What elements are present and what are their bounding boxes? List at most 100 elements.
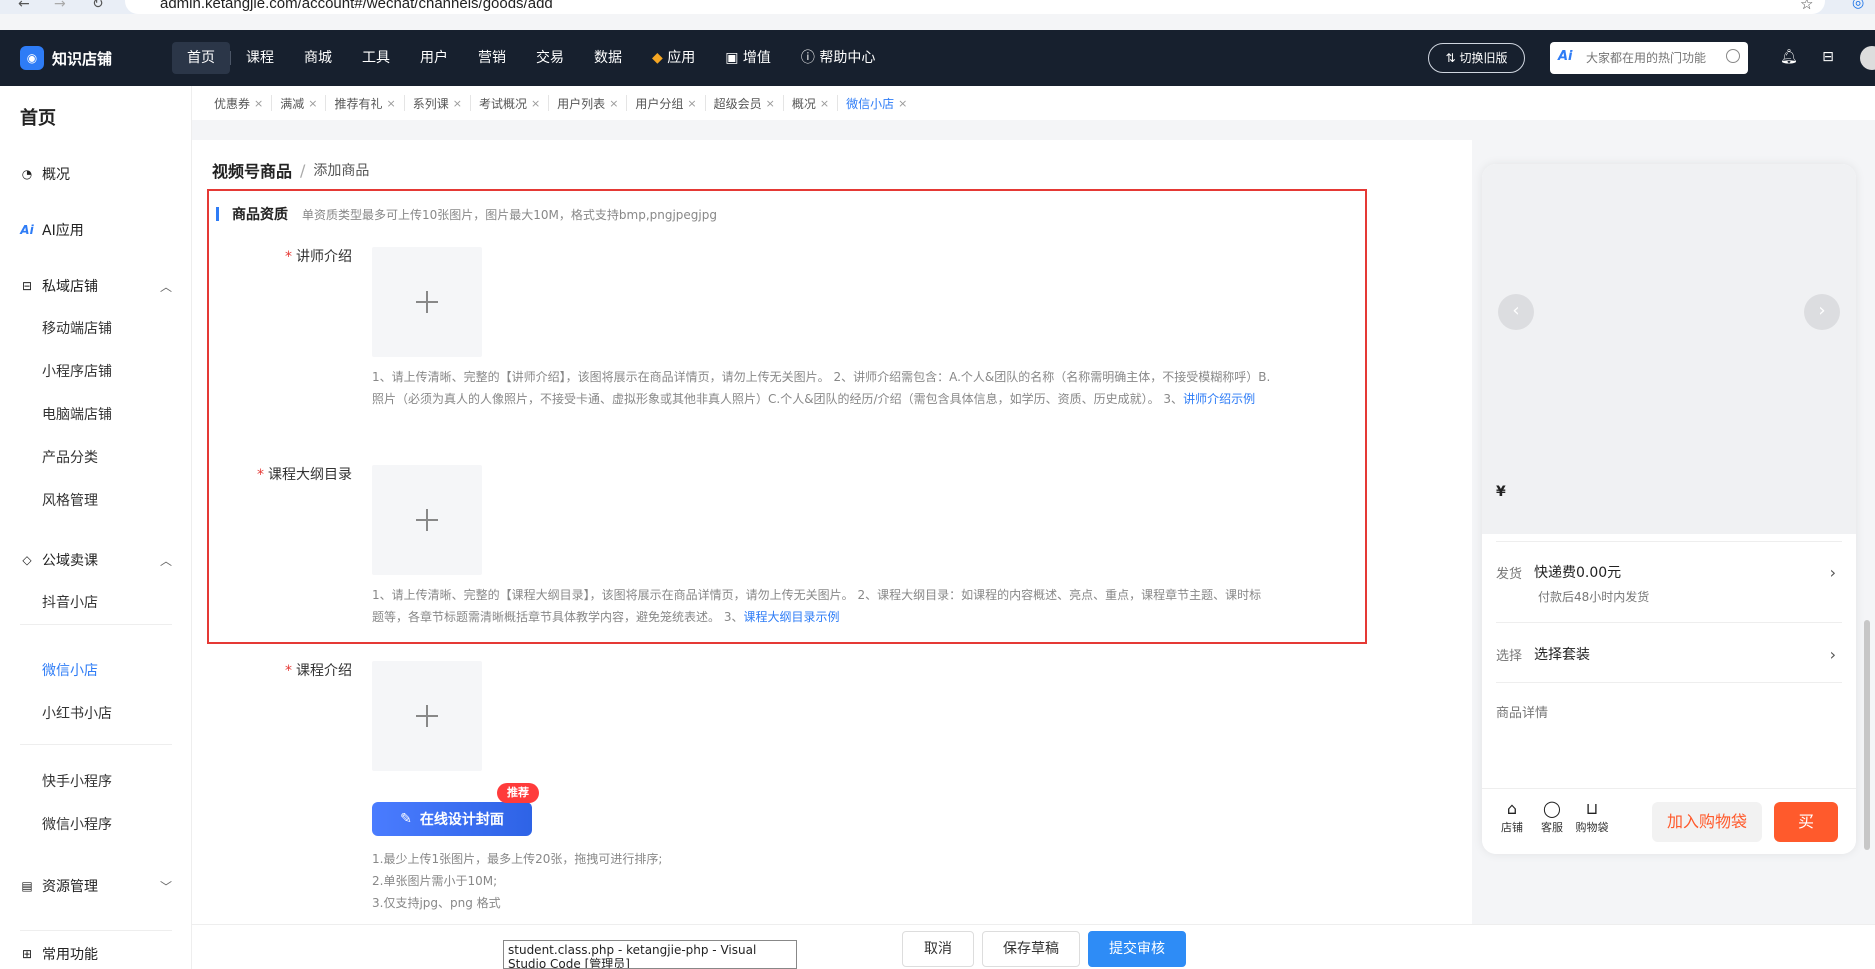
chevron-right-icon[interactable]: › bbox=[1804, 294, 1840, 330]
nav-course[interactable]: 课程 bbox=[231, 42, 289, 74]
close-icon[interactable]: × bbox=[531, 97, 540, 110]
sidebar-divider bbox=[20, 930, 172, 931]
course-outline-example-link[interactable]: 课程大纲目录示例 bbox=[743, 610, 839, 624]
close-icon[interactable]: × bbox=[453, 97, 462, 110]
reload-icon[interactable]: ↻ bbox=[92, 0, 104, 12]
cancel-button[interactable]: 取消 bbox=[902, 931, 974, 967]
teacher-intro-upload[interactable] bbox=[372, 247, 482, 357]
preview-divider bbox=[1496, 541, 1842, 542]
avatar[interactable] bbox=[1860, 46, 1875, 70]
chevron-up-icon[interactable]: ︿ bbox=[160, 552, 172, 569]
feature-search[interactable]: Ai bbox=[1550, 42, 1748, 74]
submit-review-button[interactable]: 提交审核 bbox=[1088, 931, 1186, 967]
nav-trade[interactable]: 交易 bbox=[521, 42, 579, 74]
tab-coupon[interactable]: 优惠券 × bbox=[206, 95, 273, 111]
tab-exam-overview[interactable]: 考试概况 × bbox=[471, 95, 550, 111]
course-intro-upload[interactable] bbox=[372, 661, 482, 771]
close-icon[interactable]: × bbox=[254, 97, 263, 110]
sidebar-item-wechat-store[interactable]: 微信小店 bbox=[42, 660, 98, 680]
taskbar-tooltip: student.class.php - ketangjie-php - Visu… bbox=[503, 940, 797, 969]
forward-icon[interactable]: → bbox=[54, 0, 66, 12]
buy-button[interactable]: 买 bbox=[1774, 802, 1838, 842]
page-scrollbar[interactable] bbox=[1864, 620, 1870, 850]
close-icon[interactable]: × bbox=[609, 97, 618, 110]
tab-user-group[interactable]: 用户分组 × bbox=[627, 95, 706, 111]
ai-icon: Ai bbox=[20, 223, 34, 237]
course-outline-upload[interactable] bbox=[372, 465, 482, 575]
tab-user-list[interactable]: 用户列表 × bbox=[549, 95, 628, 111]
url-text[interactable]: admin.ketangjie.com/account#/wechat/chan… bbox=[160, 0, 553, 12]
sidebar-group-common[interactable]: ⊞ 常用功能 bbox=[20, 944, 98, 964]
sidebar-item-product-category[interactable]: 产品分类 bbox=[42, 447, 98, 467]
tab-series[interactable]: 系列课 × bbox=[405, 95, 471, 111]
save-draft-button[interactable]: 保存草稿 bbox=[982, 931, 1080, 967]
switch-old-version-button[interactable]: ⇅ 切换旧版 bbox=[1428, 43, 1525, 73]
close-icon[interactable]: × bbox=[687, 97, 696, 110]
tab-label: 用户分组 bbox=[635, 96, 684, 111]
footer-store[interactable]: ⌂ 店铺 bbox=[1492, 799, 1532, 835]
nav-mall[interactable]: 商城 bbox=[289, 42, 347, 74]
close-icon[interactable]: × bbox=[386, 97, 395, 110]
sidebar-item-miniprogram-store[interactable]: 小程序店铺 bbox=[42, 361, 112, 381]
add-to-cart-button[interactable]: 加入购物袋 bbox=[1652, 802, 1762, 842]
required-mark: * bbox=[285, 249, 292, 265]
footer-bag[interactable]: ⊔ 购物袋 bbox=[1572, 799, 1612, 835]
sidebar-item-pc-store[interactable]: 电脑端店铺 bbox=[42, 404, 112, 424]
sidebar-item-mobile-store[interactable]: 移动端店铺 bbox=[42, 318, 112, 338]
online-design-cover-button[interactable]: ✎ 在线设计封面 bbox=[372, 802, 532, 836]
tab-super-member[interactable]: 超级会员 × bbox=[706, 95, 784, 111]
nav-value-added[interactable]: ▣ 增值 bbox=[710, 42, 786, 74]
sidebar-item-xiaohongshu-store[interactable]: 小红书小店 bbox=[42, 703, 112, 723]
sidebar-item-wechat-miniprogram[interactable]: 微信小程序 bbox=[42, 814, 112, 834]
tab-wechat-store[interactable]: 微信小店 × bbox=[838, 95, 915, 111]
sidebar-item-kuaishou-miniprogram[interactable]: 快手小程序 bbox=[42, 771, 112, 791]
back-icon[interactable]: ← bbox=[18, 0, 30, 12]
sidebar-item-overview[interactable]: ◔ 概况 bbox=[20, 164, 70, 184]
footer-service[interactable]: ◯ 客服 bbox=[1532, 799, 1572, 835]
nav-home[interactable]: 首页 bbox=[172, 42, 230, 74]
nav-help[interactable]: ⓘ 帮助中心 bbox=[786, 42, 890, 74]
teacher-intro-example-link[interactable]: 讲师介绍示例 bbox=[1183, 392, 1255, 406]
preview-select-row[interactable]: 选择 选择套装 › bbox=[1496, 644, 1842, 664]
tab-discount[interactable]: 满减 × bbox=[272, 95, 327, 111]
logo[interactable]: ◉ 知识店铺 bbox=[20, 46, 112, 70]
sidebar-group-private-store[interactable]: ⊟ 私域店铺 bbox=[20, 276, 98, 296]
tabs: 优惠券 × 满减 × 推荐有礼 × 系列课 × 考试概况 × 用户列表 × 用户分组 × 超级… bbox=[206, 95, 915, 111]
nav-marketing[interactable]: 营销 bbox=[463, 42, 521, 74]
inbox-icon[interactable]: ⊟ bbox=[1820, 49, 1836, 65]
close-icon[interactable]: × bbox=[898, 97, 907, 110]
sidebar-item-style-management[interactable]: 风格管理 bbox=[42, 490, 98, 510]
search-icon[interactable] bbox=[1726, 49, 1740, 63]
nav-apps[interactable]: ◆ 应用 bbox=[637, 42, 710, 74]
bell-icon[interactable]: 🔔︎ bbox=[1780, 49, 1798, 65]
nav-users[interactable]: 用户 bbox=[405, 42, 463, 74]
account-icon[interactable]: ◎ bbox=[1852, 0, 1864, 11]
sidebar-group-resource[interactable]: ▤ 资源管理 bbox=[20, 876, 98, 896]
diamond-icon: ◇ bbox=[22, 553, 32, 567]
section-accent-bar bbox=[216, 207, 219, 221]
sidebar-item-ai[interactable]: Ai AI应用 bbox=[20, 220, 84, 240]
tab-referral[interactable]: 推荐有礼 × bbox=[326, 95, 405, 111]
chevron-up-icon[interactable]: ︿ bbox=[160, 278, 172, 295]
required-mark: * bbox=[257, 467, 264, 483]
chevron-down-icon[interactable]: ﹀ bbox=[160, 878, 172, 895]
close-icon[interactable]: × bbox=[820, 97, 829, 110]
sidebar-item-douyin-store[interactable]: 抖音小店 bbox=[42, 592, 98, 612]
chevron-left-icon[interactable]: ‹ bbox=[1498, 294, 1534, 330]
close-icon[interactable]: × bbox=[308, 97, 317, 110]
nav-data[interactable]: 数据 bbox=[579, 42, 637, 74]
tab-label: 微信小店 bbox=[846, 96, 895, 111]
nav-tools[interactable]: 工具 bbox=[347, 42, 405, 74]
course-intro-label-text: 课程介绍 bbox=[296, 663, 352, 679]
preview-shipping-row[interactable]: 发货 快递费0.00元 › bbox=[1496, 562, 1842, 582]
sidebar-item-label: 概况 bbox=[42, 167, 70, 183]
sidebar-group-public-course[interactable]: ◇ 公域卖课 bbox=[20, 550, 98, 570]
bookmark-star-icon[interactable]: ☆ bbox=[1800, 0, 1813, 13]
close-icon[interactable]: × bbox=[766, 97, 775, 110]
tab-overview[interactable]: 概况 × bbox=[784, 95, 839, 111]
feature-search-input[interactable] bbox=[1586, 48, 1716, 68]
tab-label: 推荐有礼 bbox=[334, 96, 383, 111]
breadcrumb-root[interactable]: 视频号商品 bbox=[212, 158, 292, 182]
nav-apps-label: 应用 bbox=[667, 50, 696, 66]
sidebar-item-label: AI应用 bbox=[42, 223, 84, 239]
